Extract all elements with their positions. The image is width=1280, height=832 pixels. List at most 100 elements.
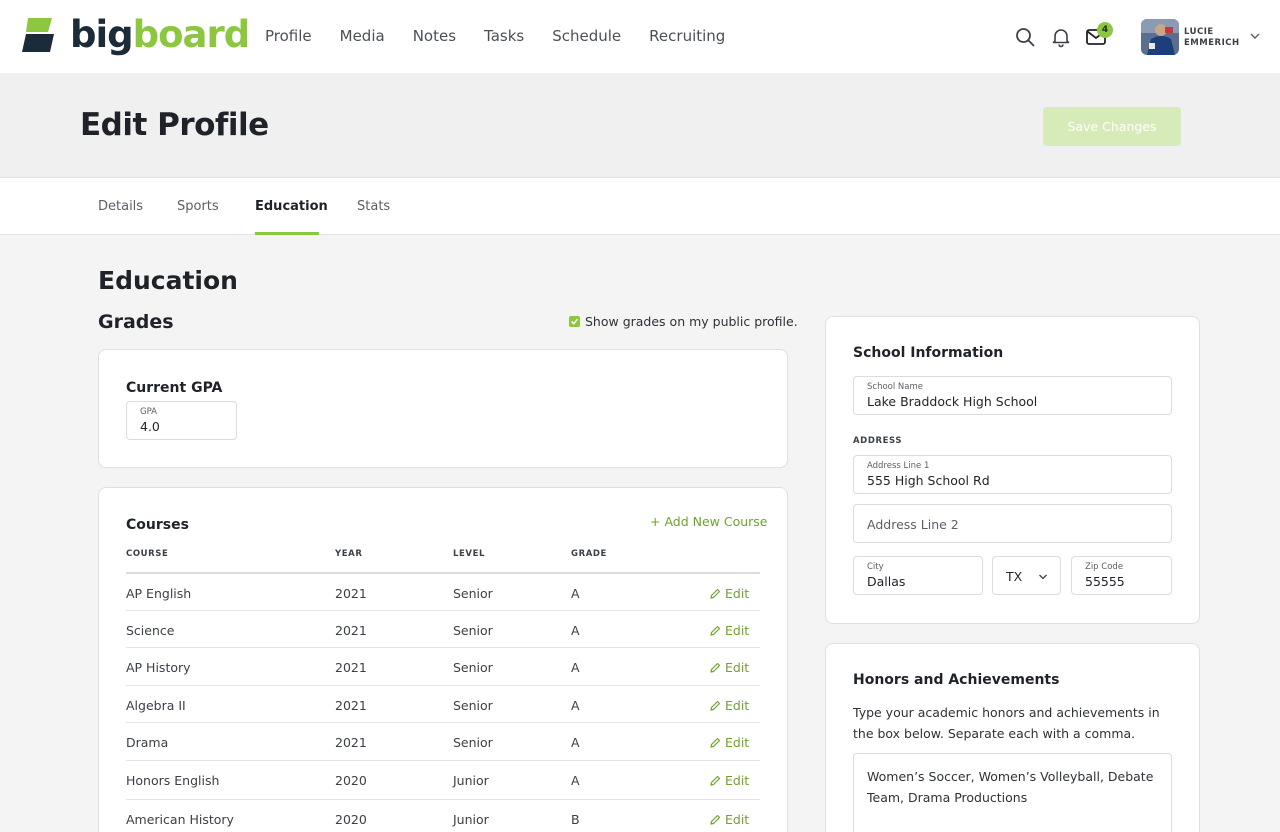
avatar[interactable]	[1141, 19, 1179, 55]
address-line1-label: Address Line 1	[867, 461, 930, 471]
honors-title: Honors and Achievements	[853, 672, 1060, 688]
course-level: Senior	[453, 623, 493, 638]
courses-title: Courses	[126, 517, 189, 533]
user-last-name: EMMERICH	[1184, 38, 1240, 48]
add-new-course-link[interactable]: + Add New Course	[650, 514, 768, 529]
course-level: Senior	[453, 698, 493, 713]
course-name: Honors English	[126, 773, 220, 788]
show-grades-label: Show grades on my public profile.	[585, 314, 798, 329]
course-level: Senior	[453, 660, 493, 675]
honors-textarea[interactable]: Women’s Soccer, Women’s Volleyball, Deba…	[853, 753, 1172, 832]
city-field[interactable]: City Dallas	[853, 556, 983, 595]
chevron-down-icon[interactable]	[1249, 30, 1261, 42]
chevron-down-icon	[1039, 574, 1047, 580]
course-year: 2021	[335, 586, 367, 601]
course-grade: A	[571, 773, 580, 788]
gpa-title: Current GPA	[126, 380, 223, 396]
table-row: AP English 2021 Senior A Edit	[126, 572, 760, 609]
state-select[interactable]: TX	[992, 556, 1061, 595]
honors-description: Type your academic honors and achievemen…	[853, 705, 1160, 741]
course-year: 2020	[335, 773, 367, 788]
show-grades-checkbox[interactable]: Show grades on my public profile.	[569, 314, 798, 329]
school-name-label: School Name	[867, 382, 923, 392]
course-year: 2021	[335, 735, 367, 750]
nav-media[interactable]: Media	[340, 27, 385, 45]
logo-mark-icon	[22, 18, 54, 52]
search-icon[interactable]	[1014, 26, 1036, 48]
address-line1-field[interactable]: Address Line 1 555 High School Rd	[853, 455, 1172, 494]
course-level: Senior	[453, 586, 493, 601]
logo-wordmark: bigboard	[70, 16, 250, 53]
column-level: LEVEL	[453, 549, 486, 559]
page-title: Edit Profile	[80, 107, 269, 143]
pencil-icon	[710, 662, 721, 673]
edit-course-button[interactable]: Edit	[709, 586, 749, 601]
edit-label: Edit	[725, 735, 750, 750]
zip-value: 55555	[1085, 574, 1125, 589]
course-grade: B	[571, 812, 580, 827]
edit-course-button[interactable]: Edit	[709, 773, 749, 788]
grades-heading: Grades	[98, 311, 174, 333]
edit-course-button[interactable]: Edit	[709, 812, 749, 827]
pencil-icon	[710, 700, 721, 711]
course-name: Algebra II	[126, 698, 186, 713]
city-label: City	[867, 562, 884, 572]
bigboard-logo[interactable]: bigboard	[22, 16, 250, 53]
course-year: 2021	[335, 698, 367, 713]
table-row: Science 2021 Senior A Edit	[126, 610, 760, 647]
table-row: AP History 2021 Senior A Edit	[126, 647, 760, 684]
column-grade: GRADE	[571, 549, 607, 559]
edit-label: Edit	[725, 660, 750, 675]
school-info-title: School Information	[853, 345, 1004, 361]
nav-profile[interactable]: Profile	[265, 27, 312, 45]
nav-notes[interactable]: Notes	[413, 27, 456, 45]
edit-course-button[interactable]: Edit	[709, 735, 749, 750]
save-changes-button[interactable]: Save Changes	[1043, 107, 1181, 146]
zip-field[interactable]: Zip Code 55555	[1071, 556, 1172, 595]
logo-board: board	[132, 13, 251, 56]
gpa-value: 4.0	[140, 419, 160, 434]
edit-course-button[interactable]: Edit	[709, 623, 749, 638]
course-name: Drama	[126, 735, 169, 750]
address-line2-field[interactable]: Address Line 2	[853, 504, 1172, 543]
course-level: Senior	[453, 735, 493, 750]
address-line1-value: 555 High School Rd	[867, 473, 990, 488]
course-year: 2021	[335, 623, 367, 638]
edit-label: Edit	[725, 698, 750, 713]
table-row: Drama 2021 Senior A Edit	[126, 722, 760, 759]
course-grade: A	[571, 698, 580, 713]
tab-details[interactable]: Details	[98, 199, 143, 214]
course-year: 2021	[335, 660, 367, 675]
education-heading: Education	[98, 266, 238, 295]
checkbox-checked-icon[interactable]	[569, 316, 580, 327]
city-value: Dallas	[867, 574, 906, 589]
gpa-label: GPA	[140, 407, 157, 417]
tab-stats[interactable]: Stats	[357, 199, 390, 214]
edit-course-button[interactable]: Edit	[709, 698, 749, 713]
course-name: AP History	[126, 660, 191, 675]
course-name: American History	[126, 812, 234, 827]
pencil-icon	[710, 625, 721, 636]
bell-icon[interactable]	[1050, 26, 1072, 48]
logo-big: big	[70, 13, 134, 56]
nav-tasks[interactable]: Tasks	[484, 27, 524, 45]
address-label: ADDRESS	[853, 436, 903, 446]
pencil-icon	[710, 814, 721, 825]
course-name: AP English	[126, 586, 192, 601]
nav-schedule[interactable]: Schedule	[552, 27, 621, 45]
profile-tabs: Details Sports Education Stats	[0, 177, 1280, 235]
course-year: 2020	[335, 812, 367, 827]
edit-course-button[interactable]: Edit	[709, 660, 749, 675]
course-grade: A	[571, 623, 580, 638]
pencil-icon	[710, 588, 721, 599]
school-name-value: Lake Braddock High School	[867, 394, 1038, 409]
tab-education[interactable]: Education	[255, 199, 328, 214]
school-name-field[interactable]: School Name Lake Braddock High School	[853, 376, 1172, 415]
edit-label: Edit	[725, 812, 750, 827]
main-nav: Profile Media Notes Tasks Schedule Recru…	[265, 27, 753, 45]
course-grade: A	[571, 660, 580, 675]
tab-sports[interactable]: Sports	[177, 199, 219, 214]
gpa-field[interactable]: GPA 4.0	[126, 401, 237, 440]
active-tab-indicator	[255, 232, 319, 235]
nav-recruiting[interactable]: Recruiting	[649, 27, 725, 45]
